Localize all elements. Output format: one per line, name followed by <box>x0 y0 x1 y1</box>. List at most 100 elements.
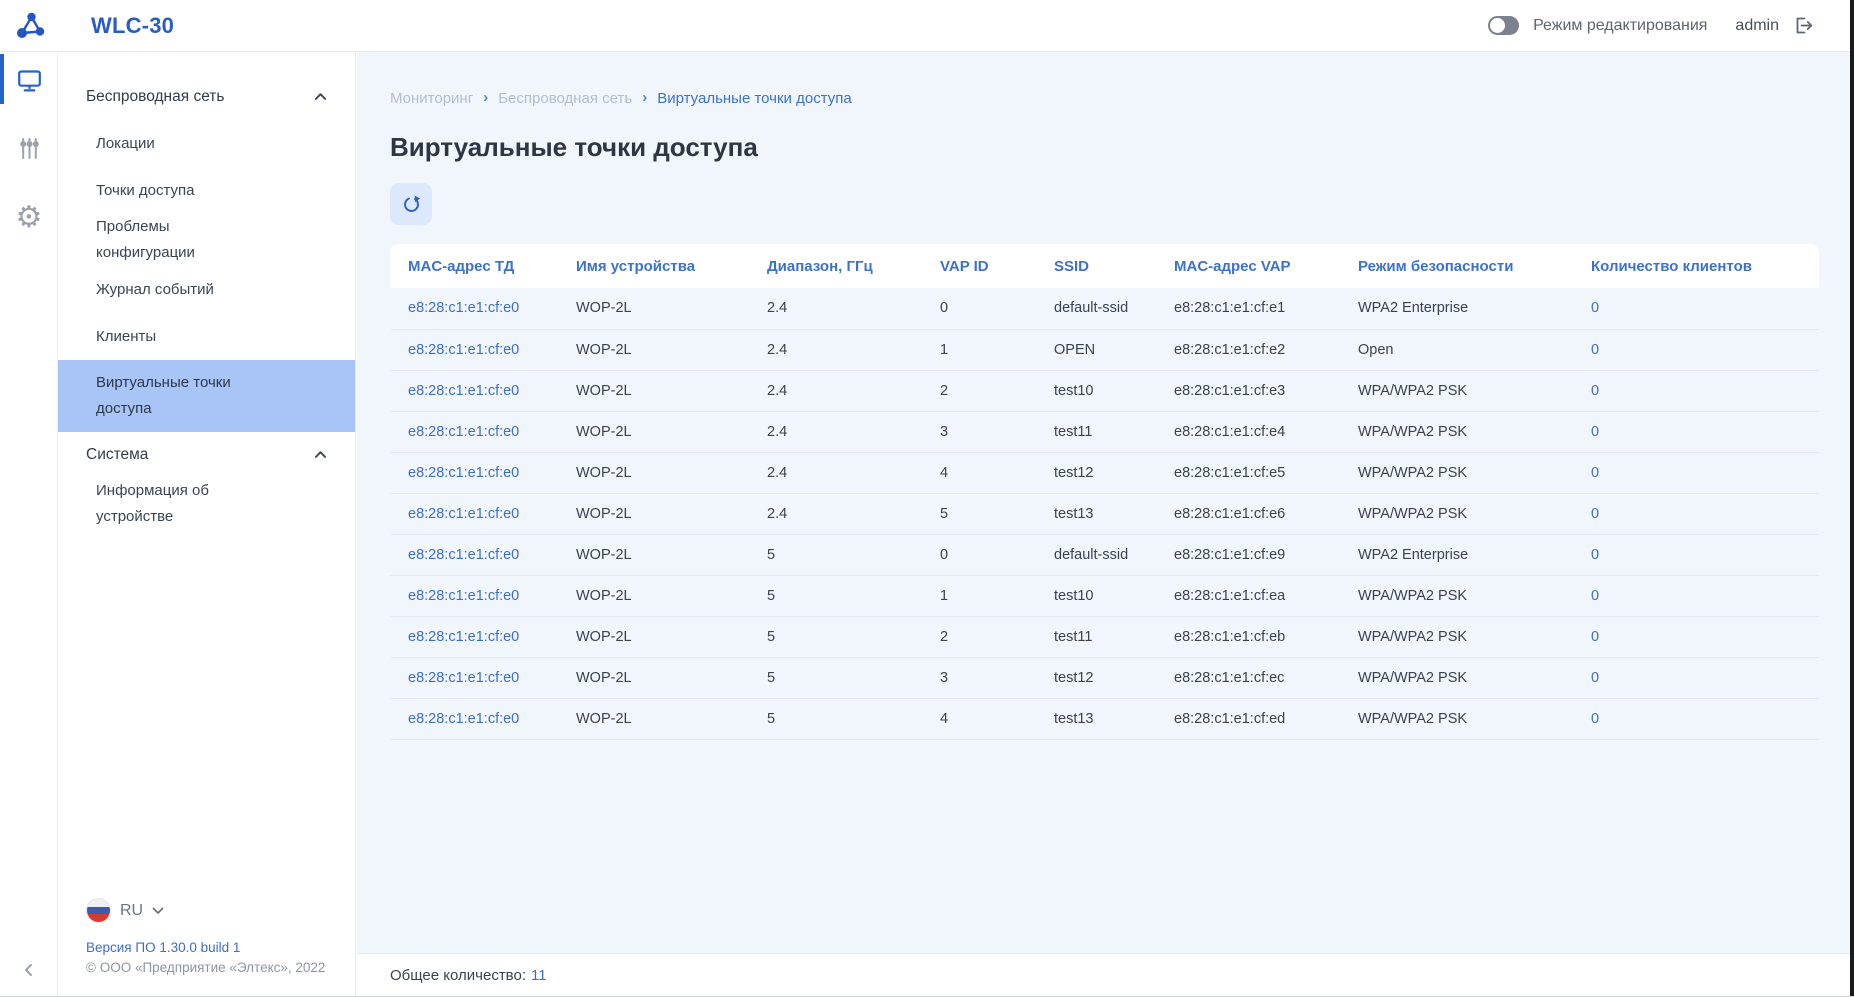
clients-count-link[interactable]: 0 <box>1573 616 1819 657</box>
ap-mac-link[interactable]: e8:28:c1:e1:cf:e0 <box>390 657 558 698</box>
column-header[interactable]: MAC-адрес ТД <box>390 244 558 288</box>
sidebar-item[interactable]: Клиенты <box>58 313 355 360</box>
clients-count-link[interactable]: 0 <box>1573 452 1819 493</box>
table-cell: 2.4 <box>749 493 922 534</box>
table-cell: WPA/WPA2 PSK <box>1340 411 1573 452</box>
table-cell: Open <box>1340 329 1573 370</box>
table-cell: 4 <box>922 698 1036 739</box>
table-cell: WOP-2L <box>558 370 749 411</box>
ap-mac-link[interactable]: e8:28:c1:e1:cf:e0 <box>390 493 558 534</box>
table-cell: e8:28:c1:e1:cf:e9 <box>1156 534 1340 575</box>
refresh-icon <box>401 194 422 215</box>
ap-mac-link[interactable]: e8:28:c1:e1:cf:e0 <box>390 575 558 616</box>
main-area: Мониторинг›Беспроводная сеть›Виртуальные… <box>357 52 1854 997</box>
table-row: e8:28:c1:e1:cf:e0WOP-2L2.43test11e8:28:c… <box>390 411 1819 452</box>
table-cell: e8:28:c1:e1:cf:eb <box>1156 616 1340 657</box>
clients-count-link[interactable]: 0 <box>1573 575 1819 616</box>
sidebar-collapse-button[interactable] <box>0 955 58 985</box>
table-cell: WPA/WPA2 PSK <box>1340 616 1573 657</box>
ap-mac-link[interactable]: e8:28:c1:e1:cf:e0 <box>390 452 558 493</box>
table-cell: e8:28:c1:e1:cf:e1 <box>1156 288 1340 329</box>
column-header[interactable]: SSID <box>1036 244 1156 288</box>
sidebar-item[interactable]: Информация об устройстве <box>58 478 355 530</box>
table-row: e8:28:c1:e1:cf:e0WOP-2L54test13e8:28:c1:… <box>390 698 1819 739</box>
column-header[interactable]: VAP ID <box>922 244 1036 288</box>
table-cell: WPA/WPA2 PSK <box>1340 370 1573 411</box>
table-cell: e8:28:c1:e1:cf:e3 <box>1156 370 1340 411</box>
refresh-button[interactable] <box>390 183 432 225</box>
sidebar-section-label: Беспроводная сеть <box>86 88 224 106</box>
ap-mac-link[interactable]: e8:28:c1:e1:cf:e0 <box>390 411 558 452</box>
table-cell: e8:28:c1:e1:cf:e2 <box>1156 329 1340 370</box>
language-selector[interactable]: RU <box>86 898 164 923</box>
table-cell: WOP-2L <box>558 698 749 739</box>
total-count-value: 11 <box>531 967 547 984</box>
chevron-right-icon: › <box>483 89 488 106</box>
app-logo-icon <box>16 11 46 41</box>
table-cell: WOP-2L <box>558 616 749 657</box>
column-header[interactable]: Количество клиентов <box>1573 244 1819 288</box>
table-cell: 2.4 <box>749 452 922 493</box>
gear-icon: ⚙ <box>16 203 43 233</box>
table-cell: 5 <box>749 575 922 616</box>
clients-count-link[interactable]: 0 <box>1573 534 1819 575</box>
column-header[interactable]: Имя устройства <box>558 244 749 288</box>
ap-mac-link[interactable]: e8:28:c1:e1:cf:e0 <box>390 329 558 370</box>
clients-count-link[interactable]: 0 <box>1573 657 1819 698</box>
sidebar-item[interactable]: Журнал событий <box>58 266 355 313</box>
table-cell: test10 <box>1036 370 1156 411</box>
breadcrumb-item[interactable]: Мониторинг <box>390 90 473 107</box>
table-header-row: MAC-адрес ТДИмя устройстваДиапазон, ГГцV… <box>390 244 1819 288</box>
table-cell: 2 <box>922 370 1036 411</box>
app-title: WLC-30 <box>91 13 174 39</box>
table-cell: test13 <box>1036 698 1156 739</box>
sidebar-item[interactable]: Проблемы конфигурации <box>58 214 355 266</box>
monitor-icon <box>16 67 43 94</box>
edit-mode-label: Режим редактирования <box>1533 17 1707 35</box>
firmware-version-link[interactable]: Версия ПО 1.30.0 build 1 <box>86 940 240 955</box>
table-cell: 0 <box>922 534 1036 575</box>
table-cell: 2 <box>922 616 1036 657</box>
ru-flag-icon <box>86 898 111 923</box>
clients-count-link[interactable]: 0 <box>1573 493 1819 534</box>
table-row: e8:28:c1:e1:cf:e0WOP-2L53test12e8:28:c1:… <box>390 657 1819 698</box>
monitoring-rail-item[interactable] <box>0 60 58 100</box>
ap-mac-link[interactable]: e8:28:c1:e1:cf:e0 <box>390 370 558 411</box>
table-row: e8:28:c1:e1:cf:e0WOP-2L52test11e8:28:c1:… <box>390 616 1819 657</box>
sidebar-section-header[interactable]: Система <box>58 432 355 478</box>
table-cell: 5 <box>749 657 922 698</box>
clients-count-link[interactable]: 0 <box>1573 329 1819 370</box>
top-bar: WLC-30 Режим редактирования admin <box>0 0 1854 52</box>
breadcrumb-item[interactable]: Беспроводная сеть <box>498 90 632 107</box>
system-rail-item[interactable]: ⚙ <box>0 198 58 238</box>
sidebar-item[interactable]: Виртуальные точки доступа <box>58 360 355 432</box>
clients-count-link[interactable]: 0 <box>1573 411 1819 452</box>
ap-mac-link[interactable]: e8:28:c1:e1:cf:e0 <box>390 698 558 739</box>
clients-count-link[interactable]: 0 <box>1573 370 1819 411</box>
column-header[interactable]: Режим безопасности <box>1340 244 1573 288</box>
table-cell: default-ssid <box>1036 534 1156 575</box>
sidebar: Беспроводная сеть ЛокацииТочки доступаПро… <box>58 52 356 997</box>
table-cell: 5 <box>749 616 922 657</box>
clients-count-link[interactable]: 0 <box>1573 288 1819 329</box>
column-header[interactable]: MAC-адрес VAP <box>1156 244 1340 288</box>
ap-mac-link[interactable]: e8:28:c1:e1:cf:e0 <box>390 616 558 657</box>
ap-mac-link[interactable]: e8:28:c1:e1:cf:e0 <box>390 534 558 575</box>
ap-mac-link[interactable]: e8:28:c1:e1:cf:e0 <box>390 288 558 329</box>
table-cell: WPA/WPA2 PSK <box>1340 575 1573 616</box>
sliders-icon <box>16 135 43 162</box>
sidebar-item[interactable]: Точки доступа <box>58 167 355 214</box>
logout-icon[interactable] <box>1793 15 1814 36</box>
table-cell: WOP-2L <box>558 575 749 616</box>
table-cell: 4 <box>922 452 1036 493</box>
table-row: e8:28:c1:e1:cf:e0WOP-2L50default-sside8:… <box>390 534 1819 575</box>
table-row: e8:28:c1:e1:cf:e0WOP-2L2.40default-sside… <box>390 288 1819 329</box>
table-cell: 5 <box>922 493 1036 534</box>
settings-rail-item[interactable] <box>0 128 58 168</box>
sidebar-item[interactable]: Локации <box>58 120 355 167</box>
column-header[interactable]: Диапазон, ГГц <box>749 244 922 288</box>
clients-count-link[interactable]: 0 <box>1573 698 1819 739</box>
edit-mode-toggle[interactable] <box>1488 16 1519 35</box>
sidebar-section-header[interactable]: Беспроводная сеть <box>58 74 355 120</box>
chevron-up-icon <box>314 88 327 106</box>
